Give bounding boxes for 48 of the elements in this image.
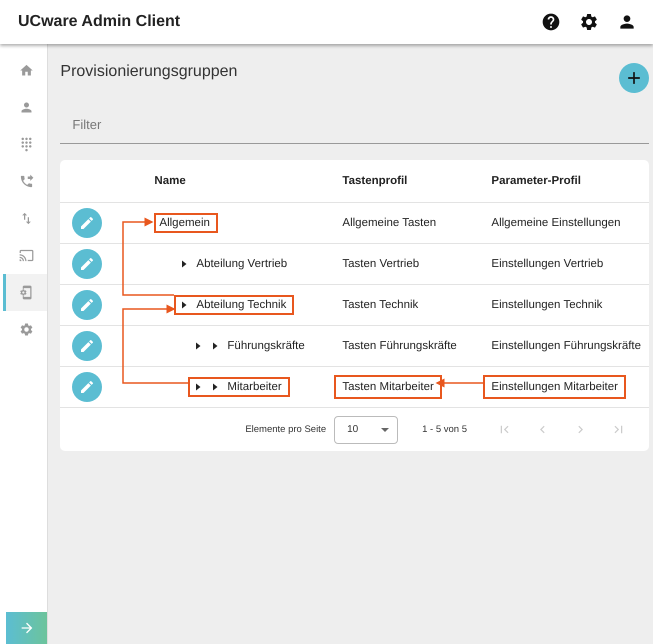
person-icon [19, 100, 34, 115]
pencil-icon [79, 256, 96, 272]
table-cell: Allgemein [159, 217, 210, 229]
phone-settings-icon [19, 285, 34, 300]
arrow-right-icon [18, 620, 35, 636]
table-cell: Tasten Technik [342, 299, 418, 311]
edit-button[interactable] [72, 249, 102, 279]
column-header[interactable]: Parameter-Profil [491, 175, 649, 187]
table-cell: Einstellungen Mitarbeiter [491, 381, 618, 393]
table-cell: Allgemeine Einstellungen [491, 217, 621, 229]
settings-icon[interactable] [579, 12, 599, 32]
phone-forward-icon [19, 174, 34, 189]
page-size-label: Elemente pro Seite [245, 424, 326, 435]
dialpad-icon [19, 137, 34, 152]
pencil-icon [79, 297, 96, 313]
table-cell: Mitarbeiter [227, 381, 282, 393]
edit-button[interactable] [72, 290, 102, 320]
edit-button[interactable] [72, 372, 102, 402]
table-cell: Führungskräfte [227, 340, 305, 352]
table-cell: Einstellungen Technik [491, 299, 602, 311]
column-header[interactable]: Name [154, 175, 342, 187]
page-range: 1 - 5 von 5 [422, 424, 467, 435]
cast-icon [19, 248, 34, 263]
table-cell: Einstellungen Führungskräfte [491, 340, 641, 352]
page-size-select[interactable]: 10 [334, 416, 398, 444]
dropdown-caret-icon [381, 428, 390, 432]
pencil-icon [79, 215, 96, 231]
table-cell: Einstellungen Vertrieb [491, 258, 604, 270]
table-cell: Allgemeine Tasten [342, 217, 436, 229]
pencil-icon [79, 338, 96, 354]
page-title: Provisionierungsgruppen [60, 63, 238, 81]
home-icon [19, 63, 34, 78]
table-cell: Tasten Führungskräfte [342, 340, 457, 352]
table-cell: Tasten Mitarbeiter [342, 381, 434, 393]
add-button[interactable] [619, 63, 649, 93]
settings-icon [19, 322, 34, 337]
expand-button[interactable] [6, 612, 48, 644]
filter-field[interactable]: Filter [60, 105, 649, 144]
help-icon[interactable] [541, 12, 561, 32]
table-cell: Abteilung Vertrieb [196, 258, 288, 270]
table-cell: Tasten Vertrieb [342, 258, 420, 270]
sidebar-item[interactable] [3, 274, 48, 311]
pencil-icon [79, 379, 96, 395]
edit-button[interactable] [72, 208, 102, 238]
edit-button[interactable] [72, 331, 102, 361]
app-title: UCware Admin Client [18, 13, 182, 31]
column-header[interactable]: Tastenprofil [342, 175, 492, 187]
table-cell: Abteilung Technik [196, 299, 286, 311]
